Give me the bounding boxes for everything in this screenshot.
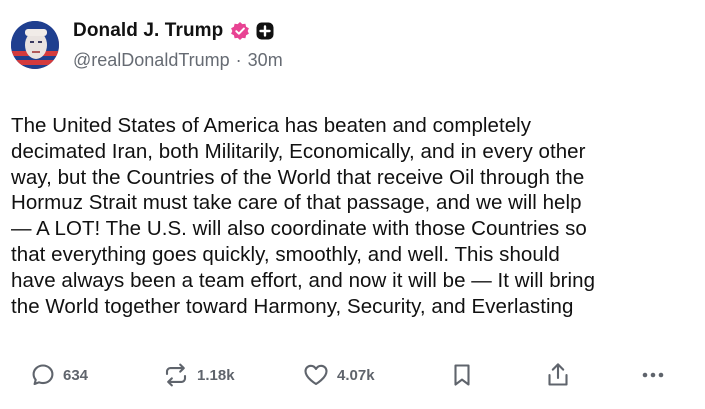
display-name[interactable]: Donald J. Trump — [73, 20, 223, 42]
like-count: 4.07k — [337, 366, 375, 384]
share-icon — [548, 363, 568, 386]
separator: · — [235, 50, 242, 70]
action-bar: 634 1.18k 4.07k — [0, 355, 705, 395]
verified-badge-icon — [230, 21, 250, 41]
reply-button[interactable]: 634 — [30, 355, 88, 395]
handle[interactable]: @realDonaldTrump — [73, 50, 230, 71]
heart-icon — [304, 364, 328, 386]
more-icon — [642, 372, 664, 378]
post-header: Donald J. Trump @realDonaldTrump · 30m — [8, 17, 698, 73]
like-button[interactable]: 4.07k — [302, 355, 375, 395]
timestamp[interactable]: 30m — [248, 50, 283, 71]
name-row: Donald J. Trump — [73, 17, 274, 45]
bookmark-button[interactable] — [450, 355, 474, 395]
bookmark-icon — [454, 364, 470, 386]
share-button[interactable] — [545, 355, 571, 395]
repost-button[interactable]: 1.18k — [162, 355, 235, 395]
avatar[interactable] — [11, 21, 59, 69]
handle-row: @realDonaldTrump · 30m — [73, 50, 283, 71]
more-button[interactable] — [639, 355, 667, 395]
repost-count: 1.18k — [197, 366, 235, 384]
reply-count: 634 — [63, 366, 89, 384]
plus-badge-icon — [256, 22, 274, 40]
comment-icon — [32, 364, 54, 386]
avatar-image — [11, 21, 59, 69]
post-text: The United States of America has beaten … — [11, 114, 596, 318]
repost-icon — [165, 363, 187, 387]
